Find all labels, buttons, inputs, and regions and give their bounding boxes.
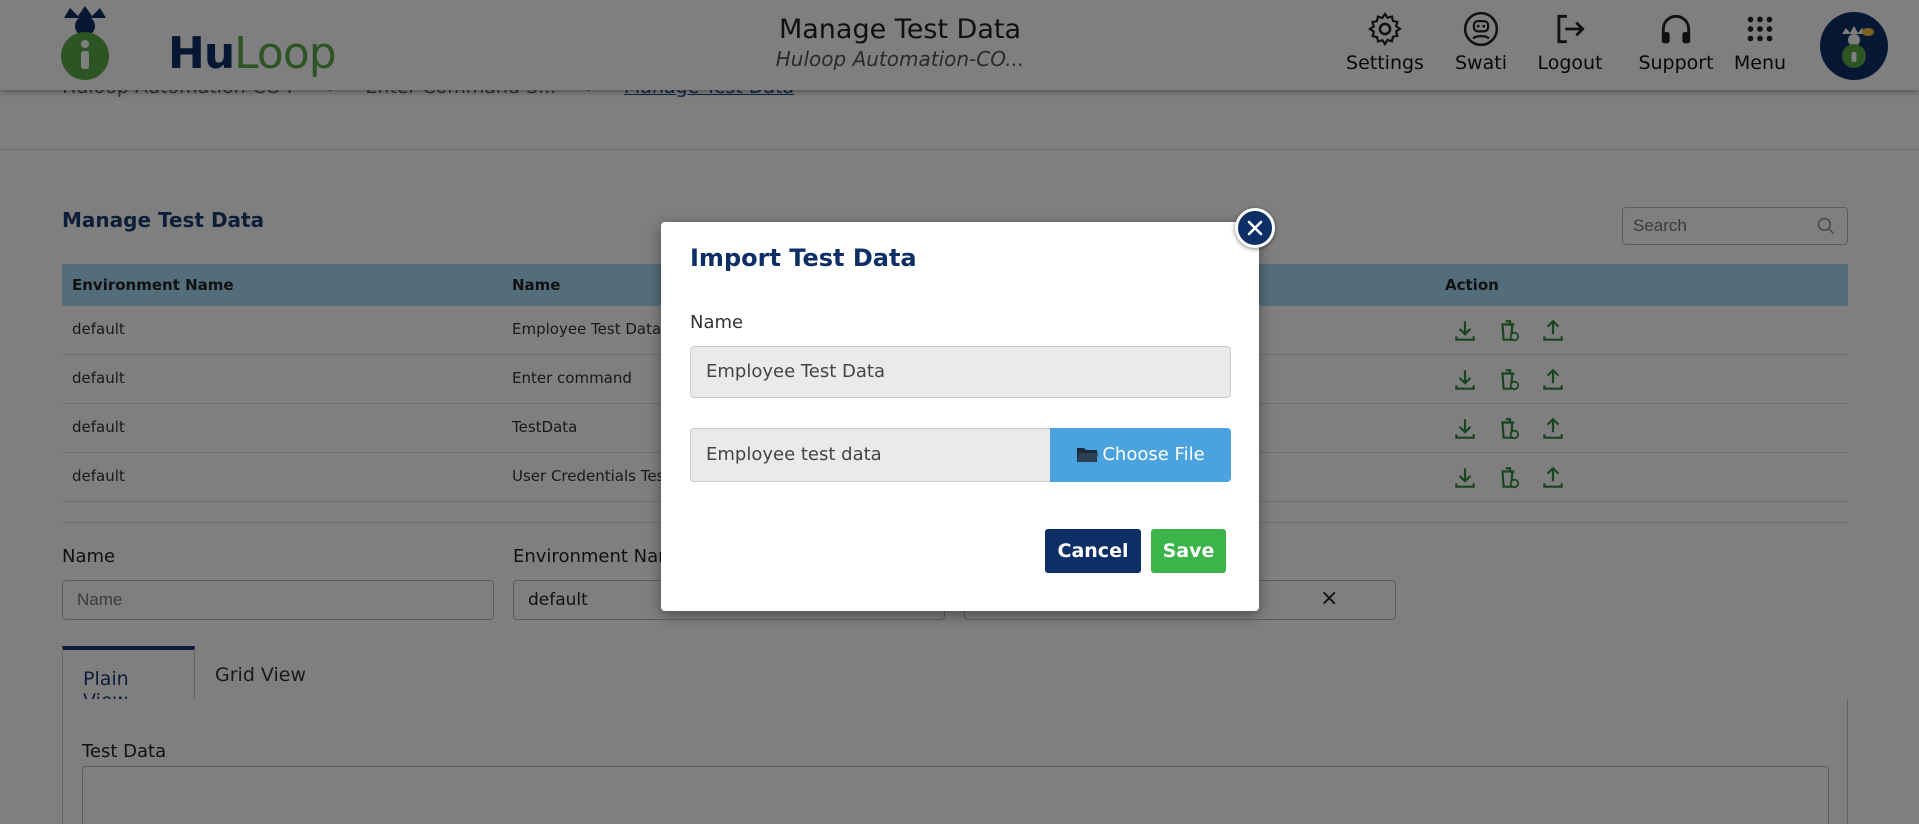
close-icon — [1247, 220, 1263, 236]
modal-name-label: Name — [690, 312, 744, 333]
modal-name-input[interactable]: Employee Test Data — [690, 346, 1231, 398]
save-button[interactable]: Save — [1151, 529, 1226, 573]
import-test-data-modal: Import Test Data Name Employee Test Data… — [661, 208, 1275, 611]
cancel-button[interactable]: Cancel — [1045, 529, 1141, 573]
choose-file-label: Choose File — [1102, 444, 1205, 465]
modal-close-button[interactable] — [1235, 208, 1275, 248]
modal-title: Import Test Data — [690, 244, 917, 272]
folder-icon — [1077, 448, 1099, 462]
choose-file-button[interactable]: Choose File — [1050, 428, 1231, 482]
file-name-field[interactable]: Employee test data — [690, 428, 1052, 482]
